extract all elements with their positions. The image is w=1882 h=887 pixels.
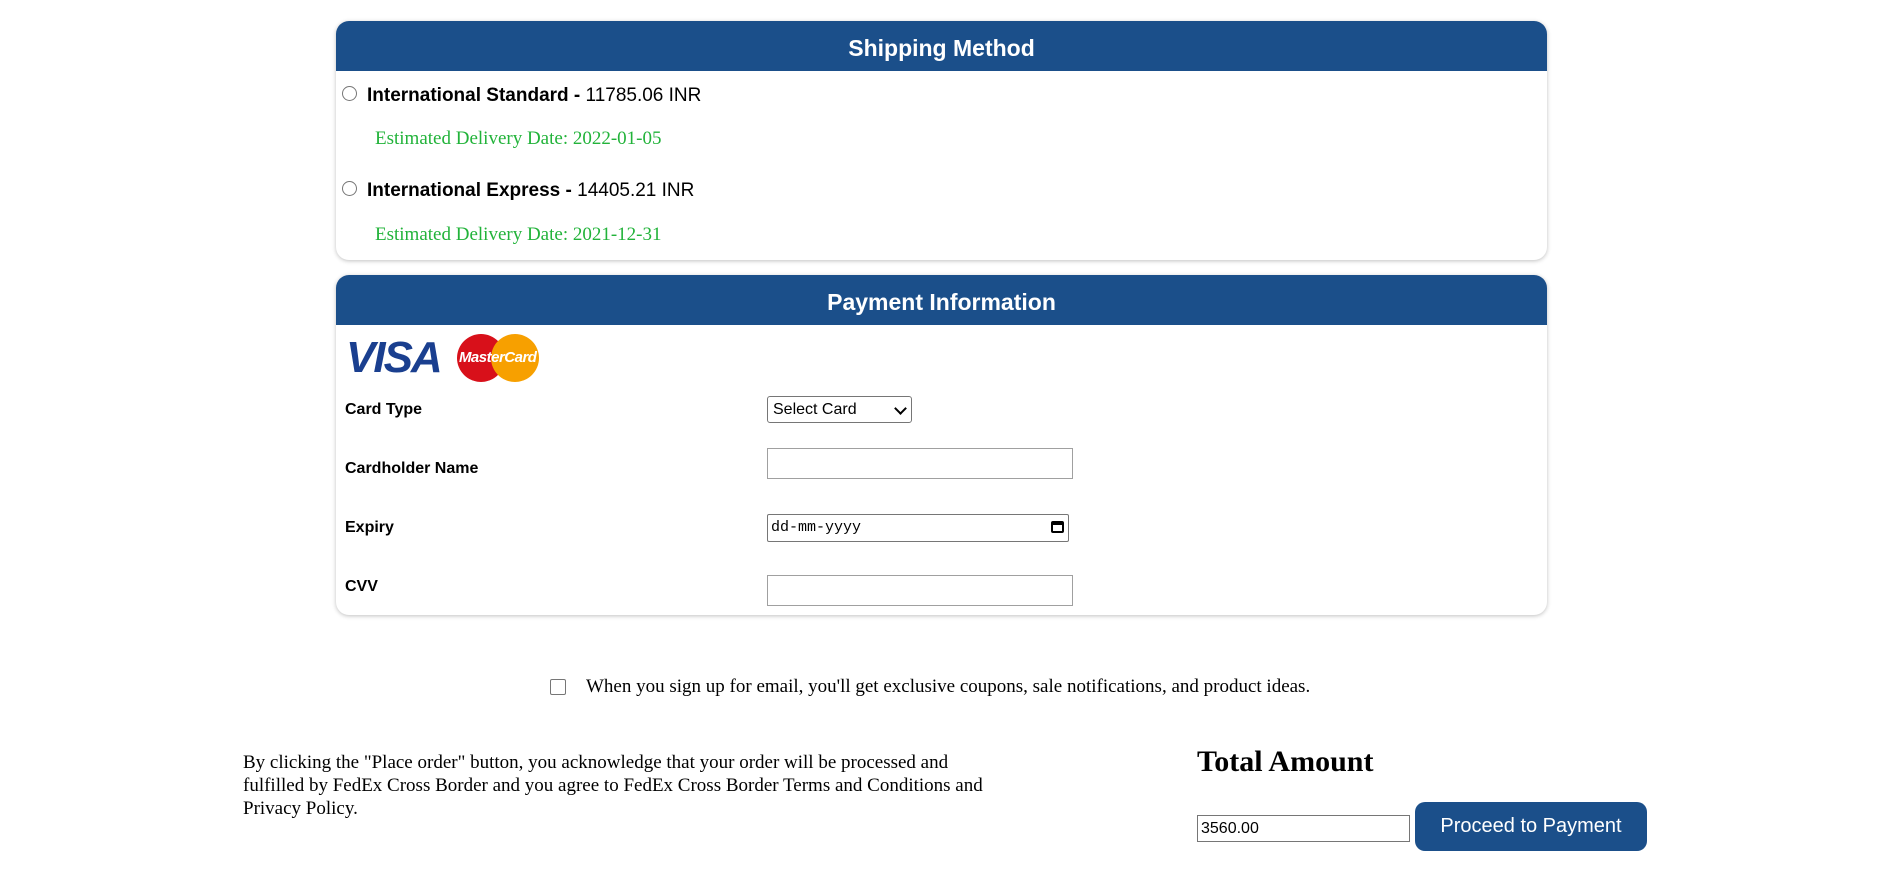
email-signup: When you sign up for email, you'll get e…: [550, 676, 1310, 698]
terms-notice: By clicking the "Place order" button, yo…: [243, 752, 983, 819]
cardholder-name-input[interactable]: [767, 448, 1073, 479]
calendar-icon[interactable]: [1051, 521, 1064, 533]
chevron-down-icon: [894, 402, 907, 415]
mastercard-logo: MasterCard: [456, 334, 539, 382]
shipping-option-express[interactable]: International Express - 14405.21 INR: [342, 180, 694, 202]
shipping-option-price: 11785.06 INR: [585, 85, 702, 106]
cardholder-name-label: Cardholder Name: [345, 460, 479, 477]
expiry-placeholder: dd-mm-yyyy: [771, 519, 862, 536]
card-logos: VISA MasterCard: [346, 333, 539, 383]
cvv-input[interactable]: [767, 575, 1073, 606]
proceed-to-payment-button[interactable]: Proceed to Payment: [1415, 802, 1647, 851]
estimated-delivery-express: Estimated Delivery Date: 2021-12-31: [375, 224, 662, 245]
shipping-option-separator: -: [568, 85, 586, 106]
card-type-select[interactable]: Select Card: [767, 396, 912, 423]
radio-standard[interactable]: [342, 85, 357, 101]
total-amount-field[interactable]: 3560.00: [1197, 815, 1410, 842]
shipping-option-separator: -: [560, 180, 578, 201]
payment-information-panel: Payment Information VISA MasterCard Card…: [336, 275, 1547, 615]
card-type-value: Select Card: [773, 401, 857, 418]
shipping-option-price: 14405.21 INR: [577, 180, 695, 201]
visa-logo: VISA: [346, 333, 443, 382]
card-type-label: Card Type: [345, 401, 423, 418]
radio-express[interactable]: [342, 180, 357, 196]
email-signup-checkbox[interactable]: [550, 679, 566, 695]
payment-information-header: Payment Information: [336, 275, 1547, 325]
email-signup-text: When you sign up for email, you'll get e…: [586, 676, 1311, 697]
shipping-option-standard[interactable]: International Standard - 11785.06 INR: [342, 85, 701, 107]
shipping-method-panel: Shipping Method International Standard -…: [336, 21, 1547, 260]
expiry-date-input[interactable]: dd-mm-yyyy: [767, 514, 1069, 542]
cvv-label: CVV: [345, 578, 378, 595]
estimated-delivery-standard: Estimated Delivery Date: 2022-01-05: [375, 128, 662, 149]
shipping-option-name: International Standard: [367, 85, 569, 106]
shipping-option-name: International Express: [367, 180, 561, 201]
shipping-method-header: Shipping Method: [336, 21, 1547, 71]
expiry-label: Expiry: [345, 519, 394, 536]
total-amount-title: Total Amount: [1197, 745, 1374, 778]
